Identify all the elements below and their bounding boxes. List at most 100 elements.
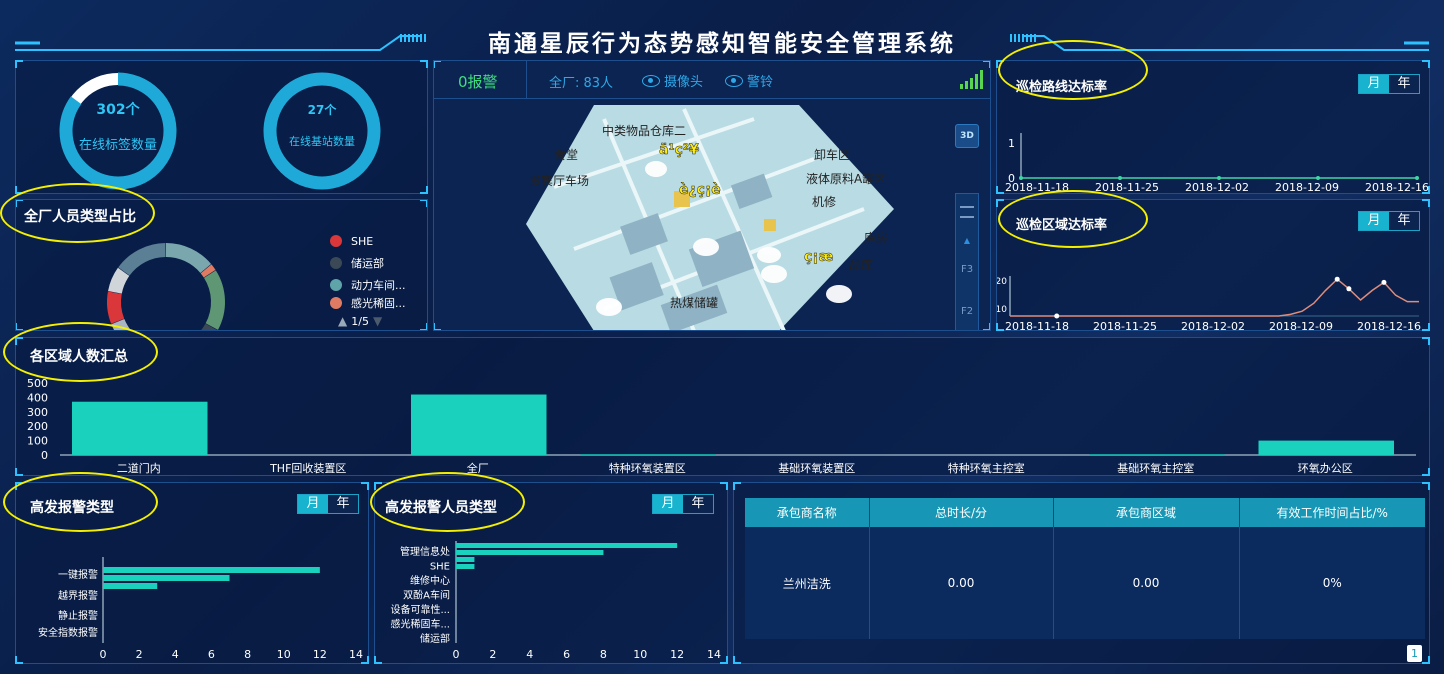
donut-segment bbox=[201, 323, 217, 330]
y-tick-label: 越界报警 bbox=[58, 589, 98, 602]
y-tick-label: SHE bbox=[430, 562, 450, 573]
alarm-count[interactable]: 0报警 bbox=[458, 71, 498, 92]
legend-label: SHE bbox=[351, 234, 374, 248]
y-tick-label: 20 bbox=[997, 277, 1007, 287]
layers-icon[interactable] bbox=[960, 206, 974, 218]
x-tick-label: 4 bbox=[172, 648, 179, 661]
x-tick-label: 基础环氧装置区 bbox=[778, 461, 855, 475]
y-tick-label: 感光稀固车... bbox=[390, 618, 450, 631]
y-tick-label: 1 bbox=[1008, 137, 1015, 150]
online-station-label: 在线基站数量 bbox=[289, 135, 355, 148]
eye-icon bbox=[642, 74, 660, 87]
header: 南通星辰行为态势感知智能安全管理系统 bbox=[0, 0, 1444, 58]
pager-down-icon[interactable]: ▼ bbox=[373, 314, 382, 328]
alarm-people-bar bbox=[456, 543, 678, 548]
y-tick-label: 500 bbox=[27, 377, 48, 390]
x-tick-label: 0 bbox=[453, 648, 460, 661]
annotation-ellipse bbox=[0, 183, 155, 243]
legend-item[interactable]: 储运部 bbox=[330, 252, 406, 274]
factory-map[interactable]: ä¹ç²¥è¿ç¡èç¡æå¼ æ 中类物品仓库二 食堂 贵宾厅车场 卸车区 液… bbox=[434, 99, 991, 331]
bell-toggle[interactable]: 警铃 bbox=[725, 71, 773, 90]
alarm-people-bar bbox=[456, 550, 604, 555]
legend-item[interactable]: 动力车间... bbox=[330, 274, 406, 296]
legend-item[interactable]: SHE bbox=[330, 230, 406, 252]
alarm-type-bar bbox=[103, 583, 158, 589]
table-header: 有效工作时间占比/% bbox=[1276, 506, 1388, 520]
camera-toggle[interactable]: 摄像头 bbox=[642, 71, 703, 90]
region-bar bbox=[580, 454, 716, 455]
area-series-line bbox=[1010, 278, 1419, 317]
y-tick-label: 300 bbox=[27, 406, 48, 419]
route-point bbox=[1217, 176, 1221, 180]
donut-segment bbox=[118, 243, 166, 276]
table-header: 总时长/分 bbox=[869, 498, 1054, 527]
map-label[interactable]: 品库 bbox=[849, 257, 873, 272]
donut-segment bbox=[203, 270, 225, 330]
3d-button[interactable]: 3D bbox=[955, 124, 979, 148]
map-label[interactable]: 热煤储罐 bbox=[670, 295, 718, 310]
online-counter-panel: 302个 在线标签数量 27个 在线基站数量 bbox=[15, 60, 428, 194]
donut-segment bbox=[107, 291, 125, 324]
legend-dot bbox=[330, 235, 342, 247]
alarm-people-bar bbox=[456, 564, 475, 569]
x-tick-label: 2018-11-25 bbox=[1093, 320, 1157, 332]
map-panel: 0报警 全厂: 83人 摄像头 警铃 ä¹ç²¥ è¿ç¡è ç¡æ 中类物品仓… bbox=[433, 60, 991, 331]
region-count-panel: 各区域人数汇总 500 400 300 200 100 0 二道门内 THF回收装置区 全厂 特种… bbox=[15, 337, 1430, 476]
legend-item[interactable]: 感光稀固... bbox=[330, 296, 406, 310]
bell-label: 警铃 bbox=[747, 75, 774, 90]
eye-icon bbox=[725, 74, 743, 87]
donut-segment bbox=[165, 243, 212, 274]
region-bar bbox=[1258, 440, 1394, 455]
region-count-chart: 5004003002001000二道门内 THF回收装置区 全厂 特种环氧装置区 基础环… bbox=[27, 377, 1416, 475]
map-label[interactable]: 食堂 bbox=[554, 147, 578, 162]
donut-segment bbox=[108, 267, 130, 294]
x-tick-label: 8 bbox=[600, 648, 607, 661]
x-tick-label: 12 bbox=[670, 648, 684, 661]
map-toolbar: 0报警 全厂: 83人 摄像头 警铃 bbox=[434, 61, 990, 99]
toolbar-divider bbox=[526, 61, 527, 99]
donut-segment bbox=[200, 264, 216, 278]
area-point bbox=[1381, 279, 1387, 285]
map-label[interactable]: 机修 bbox=[812, 194, 836, 209]
alarm-type-bar bbox=[103, 575, 230, 581]
map-label[interactable]: 液体原料A罐区 bbox=[806, 171, 886, 186]
map-label[interactable]: 库房 bbox=[864, 230, 888, 245]
alarm-type-bar bbox=[103, 567, 320, 573]
x-tick-label: 2018-12-16 bbox=[1365, 181, 1429, 194]
x-tick-label: THF回收装置区 bbox=[269, 461, 346, 475]
annotation-ellipse bbox=[370, 472, 525, 532]
table-header: 承包商名称 bbox=[745, 498, 870, 527]
x-tick-label: 6 bbox=[208, 648, 215, 661]
y-tick-label: 设备可靠性... bbox=[390, 603, 450, 616]
x-tick-label: 0 bbox=[100, 648, 107, 661]
legend-label: 动力车间... bbox=[351, 279, 406, 292]
contractor-table: 承包商名称 总时长/分 承包商区域 有效工作时间占比/% 兰州洁洗 0.00 0… bbox=[745, 498, 1425, 639]
map-label[interactable]: 中类物品仓库二 bbox=[602, 123, 686, 138]
annotation-ellipse bbox=[3, 322, 158, 382]
area-point bbox=[1346, 286, 1352, 292]
table-row[interactable]: 兰州洁洗 0.00 0.00 0% bbox=[745, 527, 1425, 639]
pager-up-icon[interactable]: ▲ bbox=[338, 314, 347, 328]
pager-text: 1/5 bbox=[351, 314, 369, 328]
x-tick-label: 6 bbox=[563, 648, 570, 661]
legend-label: 储运部 bbox=[351, 257, 384, 270]
floor-up-icon[interactable]: ▲ bbox=[956, 236, 978, 245]
map-label[interactable]: 卸车区 bbox=[814, 147, 850, 162]
annotation-ellipse bbox=[998, 190, 1148, 248]
y-tick-label: 双酚A车间 bbox=[403, 589, 450, 602]
route-point bbox=[1118, 176, 1122, 180]
total-people: 全厂: 83人 bbox=[549, 76, 614, 91]
x-tick-label: 2 bbox=[136, 648, 143, 661]
x-tick-label: 8 bbox=[244, 648, 251, 661]
legend-dot bbox=[330, 257, 342, 269]
annotation-ellipse bbox=[3, 472, 158, 532]
x-tick-label: 2018-11-18 bbox=[1005, 320, 1069, 332]
floor-f2[interactable]: F2 bbox=[956, 306, 978, 317]
floor-f3[interactable]: F3 bbox=[956, 264, 978, 275]
signal-icon bbox=[960, 70, 983, 89]
legend-pager: ▲ 1/5 ▼ bbox=[338, 314, 382, 328]
map-label[interactable]: 贵宾厅车场 bbox=[529, 173, 589, 188]
online-tag-label: 在线标签数量 bbox=[78, 138, 157, 153]
page-button[interactable]: 1 bbox=[1407, 645, 1422, 662]
table-cell: 0.00 bbox=[1053, 527, 1240, 639]
